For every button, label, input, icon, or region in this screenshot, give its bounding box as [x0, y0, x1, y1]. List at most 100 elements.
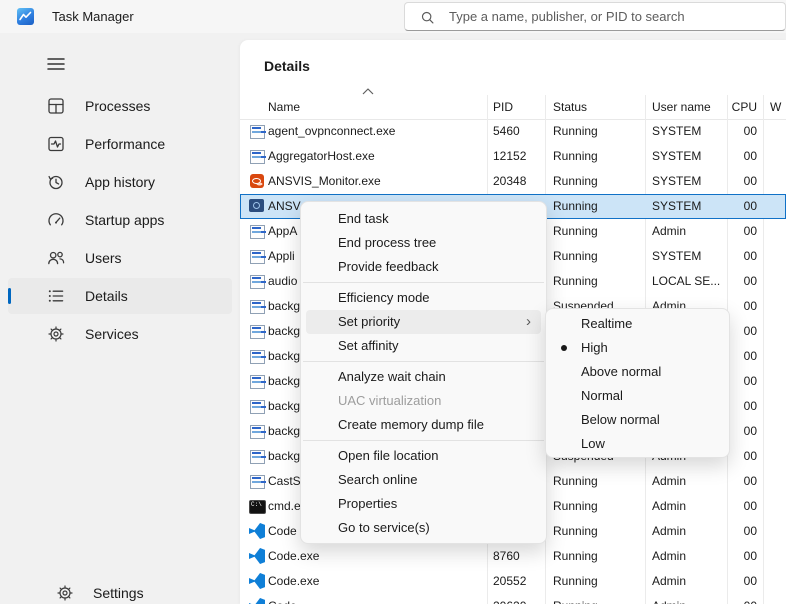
cell-status: Running	[553, 144, 641, 169]
process-row[interactable]: Code.exe 20552 Running Admin 00	[240, 569, 786, 594]
process-row[interactable]: agent_ovpnconnect.exe 5460 Running SYSTE…	[240, 119, 786, 144]
menu-separator	[303, 440, 544, 441]
hamburger-menu-button[interactable]	[40, 50, 72, 78]
priority-option[interactable]: Below normal	[551, 408, 724, 432]
ansvis-icon	[249, 198, 265, 214]
vscode-icon	[249, 573, 265, 589]
sidebar-item[interactable]: Users	[8, 240, 232, 276]
users-icon	[46, 248, 66, 268]
priority-option[interactable]: Realtime	[551, 312, 724, 336]
cell-status: Running	[553, 469, 641, 494]
default-icon	[249, 373, 265, 389]
sidebar-nav: Processes Performance App history Startu…	[0, 86, 240, 354]
cell-cpu: 00	[700, 144, 757, 169]
context-menu-item[interactable]: Set priority ›	[306, 310, 541, 334]
context-menu-item[interactable]: Efficiency mode ›	[306, 286, 541, 310]
context-menu-item[interactable]: End task ›	[306, 207, 541, 231]
column-header-pid[interactable]: PID	[493, 95, 513, 119]
menu-separator	[303, 361, 544, 362]
context-menu-item[interactable]: Properties ›	[306, 492, 541, 516]
default-icon	[249, 423, 265, 439]
cell-cpu: 00	[700, 469, 757, 494]
context-menu-item[interactable]: Set affinity ›	[306, 334, 541, 358]
cell-cpu: 00	[700, 519, 757, 544]
default-icon	[249, 123, 265, 139]
ansvis-monitor-icon	[249, 173, 265, 189]
search-box[interactable]	[404, 2, 786, 31]
sidebar-item[interactable]: Startup apps	[8, 202, 232, 238]
default-icon	[249, 348, 265, 364]
sidebar-item[interactable]: Services	[8, 316, 232, 352]
cell-pid: 20620	[493, 594, 541, 604]
startup-apps-icon	[46, 210, 66, 230]
column-header-name[interactable]: Name	[268, 95, 300, 119]
search-input[interactable]	[449, 3, 769, 30]
process-row[interactable]: AggregatorHost.exe 12152 Running SYSTEM …	[240, 144, 786, 169]
cell-pid: 5460	[493, 119, 541, 144]
sidebar-item-settings[interactable]: Settings	[16, 575, 240, 604]
cell-name: agent_ovpnconnect.exe	[268, 119, 484, 144]
cell-status: Running	[553, 544, 641, 569]
table-header: Name PID Status User name CPU W	[240, 95, 786, 119]
column-header-cpu[interactable]: CPU	[700, 95, 757, 119]
set-priority-submenu: Realtime High Above normal Normal Below …	[545, 308, 730, 458]
priority-option[interactable]: Above normal	[551, 360, 724, 384]
cell-cpu: 00	[700, 269, 757, 294]
cell-status: Running	[553, 244, 641, 269]
process-row[interactable]: ANSVIS_Monitor.exe 20348 Running SYSTEM …	[240, 169, 786, 194]
cell-cpu: 00	[700, 169, 757, 194]
context-menu-item[interactable]: Analyze wait chain ›	[306, 365, 541, 389]
search-icon	[420, 10, 435, 25]
context-menu-item[interactable]: Go to service(s) ›	[306, 516, 541, 540]
sidebar-item[interactable]: App history	[8, 164, 232, 200]
cmd-icon	[249, 498, 265, 514]
default-icon	[249, 298, 265, 314]
cell-status: Running	[553, 269, 641, 294]
chevron-right-icon: ›	[526, 310, 531, 333]
default-icon	[249, 148, 265, 164]
column-header-clipped[interactable]: W	[770, 95, 786, 119]
priority-option[interactable]: Low	[551, 432, 724, 456]
context-menu-item[interactable]: Provide feedback ›	[306, 255, 541, 279]
context-menu-item[interactable]: UAC virtualization ›	[306, 389, 541, 413]
sidebar-item[interactable]: Performance	[8, 126, 232, 162]
performance-icon	[46, 134, 66, 154]
sidebar-item[interactable]: Processes	[8, 88, 232, 124]
priority-option[interactable]: High	[551, 336, 724, 360]
context-menu-item[interactable]: End process tree ›	[306, 231, 541, 255]
cell-cpu: 00	[700, 119, 757, 144]
app-history-icon	[46, 172, 66, 192]
default-icon	[249, 248, 265, 264]
cell-status: Running	[553, 219, 641, 244]
app-title: Task Manager	[52, 0, 134, 33]
context-menu-item[interactable]: Create memory dump file ›	[306, 413, 541, 437]
cell-cpu: 00	[700, 194, 757, 219]
priority-option[interactable]: Normal	[551, 384, 724, 408]
cell-name: AggregatorHost.exe	[268, 144, 484, 169]
cell-status: Running	[553, 169, 641, 194]
cell-cpu: 00	[700, 494, 757, 519]
default-icon	[249, 398, 265, 414]
process-row[interactable]: Code.exe 8760 Running Admin 00	[240, 544, 786, 569]
cell-status: Running	[553, 194, 641, 219]
cell-status: Running	[553, 119, 641, 144]
radio-selected-icon	[561, 345, 567, 351]
default-icon	[249, 473, 265, 489]
context-menu-item[interactable]: Search online ›	[306, 468, 541, 492]
selected-accent-bar	[8, 288, 11, 304]
context-menu-item[interactable]: Open file location ›	[306, 444, 541, 468]
vscode-icon	[249, 548, 265, 564]
default-icon	[249, 273, 265, 289]
column-header-status[interactable]: Status	[553, 95, 587, 119]
title-bar: Task Manager	[0, 0, 786, 33]
sidebar-item[interactable]: Details	[8, 278, 232, 314]
default-icon	[249, 323, 265, 339]
cell-cpu: 00	[700, 219, 757, 244]
process-row[interactable]: Code 20620 Running Admin 00	[240, 594, 786, 604]
cell-status: Running	[553, 569, 641, 594]
processes-icon	[46, 96, 66, 116]
cell-name: ANSVIS_Monitor.exe	[268, 169, 484, 194]
cell-name: Code.exe	[268, 544, 484, 569]
cell-status: Running	[553, 519, 641, 544]
cell-name: Code.exe	[268, 569, 484, 594]
